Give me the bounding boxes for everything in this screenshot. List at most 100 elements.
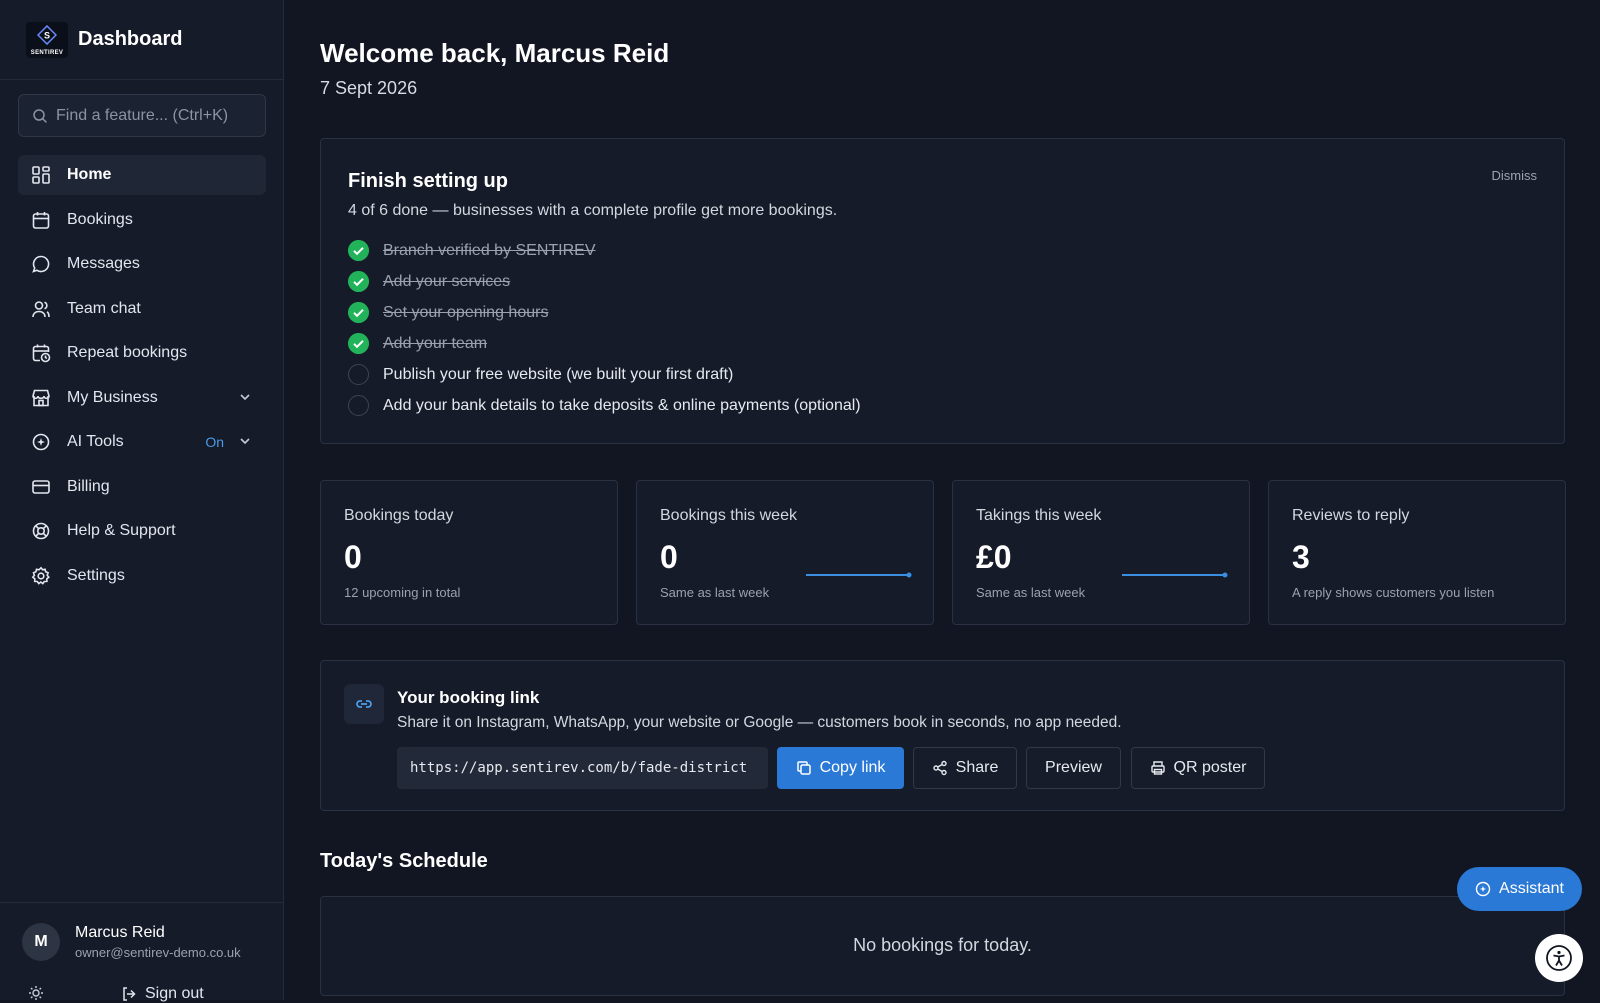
copy-link-label: Copy link bbox=[819, 759, 886, 776]
stat-subtext: 12 upcoming in total bbox=[344, 585, 461, 600]
nav-item-messages[interactable]: Messages bbox=[18, 244, 266, 284]
stat-label: Bookings this week bbox=[660, 507, 797, 524]
sun-icon[interactable] bbox=[28, 985, 44, 1001]
stat-card-reviews[interactable]: Reviews to reply 3 A reply shows custome… bbox=[1268, 480, 1566, 625]
nav-label: Help & Support bbox=[67, 522, 176, 539]
setup-task: Add your team bbox=[348, 328, 861, 359]
check-circle-icon bbox=[348, 302, 369, 323]
copy-icon bbox=[796, 761, 811, 775]
setup-task-label: Add your services bbox=[383, 272, 511, 290]
accessibility-icon bbox=[1546, 945, 1572, 971]
qr-poster-button[interactable]: QR poster bbox=[1131, 747, 1265, 789]
trend-sparkline bbox=[1122, 572, 1228, 578]
nav-item-home[interactable]: Home bbox=[18, 155, 266, 195]
ai-tools-status-badge: On bbox=[205, 434, 224, 450]
chevron-down-icon[interactable] bbox=[238, 434, 252, 448]
user-name: Marcus Reid bbox=[75, 924, 165, 941]
booking-url-field[interactable]: https://app.sentirev.com/b/fade-district bbox=[397, 747, 768, 789]
share-label: Share bbox=[955, 759, 999, 776]
nav-item-team-chat[interactable]: Team chat bbox=[18, 289, 266, 329]
user-email: owner@sentirev-demo.co.uk bbox=[75, 945, 241, 960]
calendar-clock-icon bbox=[32, 344, 51, 363]
booking-link-title: Your booking link bbox=[397, 688, 540, 707]
nav-item-my-business[interactable]: My Business bbox=[18, 378, 266, 418]
nav-item-billing[interactable]: Billing bbox=[18, 467, 266, 507]
gear-icon bbox=[31, 566, 50, 585]
stat-subtext: Same as last week bbox=[976, 585, 1086, 600]
chat-bubble-icon bbox=[32, 255, 50, 273]
setup-task-label: Branch verified by SENTIREV bbox=[383, 241, 596, 259]
dismiss-button[interactable]: Dismiss bbox=[1492, 168, 1538, 183]
ai-icon bbox=[1475, 881, 1491, 897]
setup-title: Finish setting up bbox=[348, 170, 508, 192]
logo-text: SENTIREV bbox=[30, 49, 64, 56]
schedule-card: No bookings for today. bbox=[320, 896, 1565, 996]
setup-task-label: Set your opening hours bbox=[383, 303, 549, 321]
setup-task: Branch verified by SENTIREV bbox=[348, 235, 861, 266]
nav-item-help-support[interactable]: Help & Support bbox=[18, 511, 266, 551]
sidebar: S SENTIREV Dashboard Find a feature... (… bbox=[0, 0, 284, 1003]
nav-label: My Business bbox=[67, 388, 158, 406]
search-placeholder: Find a feature... (Ctrl+K) bbox=[56, 106, 229, 124]
ai-icon bbox=[32, 433, 50, 451]
booking-link-card: Your booking link Share it on Instagram,… bbox=[320, 660, 1565, 811]
nav-label: Billing bbox=[67, 477, 110, 495]
nav-label: Repeat bookings bbox=[67, 344, 188, 361]
feature-search-input[interactable]: Find a feature... (Ctrl+K) bbox=[18, 94, 266, 137]
chevron-down-icon[interactable] bbox=[238, 390, 252, 404]
stat-subtext: Same as last week bbox=[660, 585, 770, 600]
sign-out-label: Sign out bbox=[145, 985, 204, 1002]
stat-card-bookings-today[interactable]: Bookings today 0 12 upcoming in total bbox=[320, 480, 618, 625]
preview-label: Preview bbox=[1045, 759, 1102, 776]
nav-label: Home bbox=[67, 166, 112, 183]
setup-task-label: Add your bank details to take deposits &… bbox=[383, 396, 861, 414]
copy-link-button[interactable]: Copy link bbox=[777, 747, 904, 789]
nav-label: Bookings bbox=[67, 210, 133, 228]
setup-checklist-card: Finish setting up 4 of 6 done — business… bbox=[320, 138, 1565, 444]
stat-label: Reviews to reply bbox=[1292, 507, 1410, 524]
stat-card-bookings-week[interactable]: Bookings this week 0 Same as last week bbox=[636, 480, 934, 625]
avatar[interactable]: M bbox=[22, 923, 60, 961]
svg-text:S: S bbox=[44, 30, 50, 40]
trend-sparkline bbox=[806, 572, 912, 578]
nav-item-bookings[interactable]: Bookings bbox=[18, 200, 266, 240]
qr-poster-label: QR poster bbox=[1173, 759, 1247, 776]
current-date: 7 Sept 2026 bbox=[320, 78, 418, 98]
empty-circle-icon bbox=[348, 364, 369, 385]
nav-label: AI Tools bbox=[67, 433, 124, 450]
setup-task[interactable]: Add your bank details to take deposits &… bbox=[348, 390, 861, 421]
preview-button[interactable]: Preview bbox=[1026, 747, 1121, 789]
setup-task: Add your services bbox=[348, 266, 861, 297]
stat-subtext: A reply shows customers you listen bbox=[1292, 585, 1495, 600]
nav-item-ai-tools[interactable]: AI Tools On bbox=[18, 422, 266, 462]
booking-link-subtitle: Share it on Instagram, WhatsApp, your we… bbox=[397, 714, 1122, 731]
empty-circle-icon bbox=[348, 395, 369, 416]
check-circle-icon bbox=[348, 271, 369, 292]
sentirev-logo[interactable]: S SENTIREV bbox=[26, 21, 68, 58]
assistant-label: Assistant bbox=[1499, 880, 1564, 897]
accessibility-button[interactable] bbox=[1535, 934, 1583, 982]
welcome-heading: Welcome back, Marcus Reid bbox=[320, 38, 670, 68]
share-button[interactable]: Share bbox=[913, 747, 1017, 789]
nav-item-settings[interactable]: Settings bbox=[18, 556, 266, 596]
setup-subtitle: 4 of 6 done — businesses with a complete… bbox=[348, 202, 838, 219]
setup-task[interactable]: Publish your free website (we built your… bbox=[348, 359, 861, 390]
app-title: Dashboard bbox=[78, 28, 183, 50]
stat-card-takings-week[interactable]: Takings this week £0 Same as last week bbox=[952, 480, 1250, 625]
nav-label: Team chat bbox=[67, 299, 141, 317]
schedule-heading: Today's Schedule bbox=[320, 850, 488, 872]
nav-label: Messages bbox=[67, 255, 140, 272]
lifebuoy-icon bbox=[32, 522, 50, 540]
nav-item-repeat-bookings[interactable]: Repeat bookings bbox=[18, 333, 266, 373]
main-nav: Home Bookings Messages Team chat Repeat … bbox=[18, 155, 266, 600]
stat-label: Takings this week bbox=[976, 507, 1102, 524]
stat-value: 0 bbox=[344, 539, 362, 575]
setup-task-label: Publish your free website (we built your… bbox=[383, 365, 734, 383]
assistant-button[interactable]: Assistant bbox=[1457, 867, 1582, 911]
schedule-empty-message: No bookings for today. bbox=[853, 935, 1032, 955]
stat-label: Bookings today bbox=[344, 507, 454, 524]
sign-out-button[interactable]: Sign out bbox=[121, 985, 204, 1003]
store-icon bbox=[32, 389, 50, 406]
stat-value: 0 bbox=[660, 539, 678, 575]
user-panel: M Marcus Reid owner@sentirev-demo.co.uk … bbox=[0, 902, 284, 1003]
